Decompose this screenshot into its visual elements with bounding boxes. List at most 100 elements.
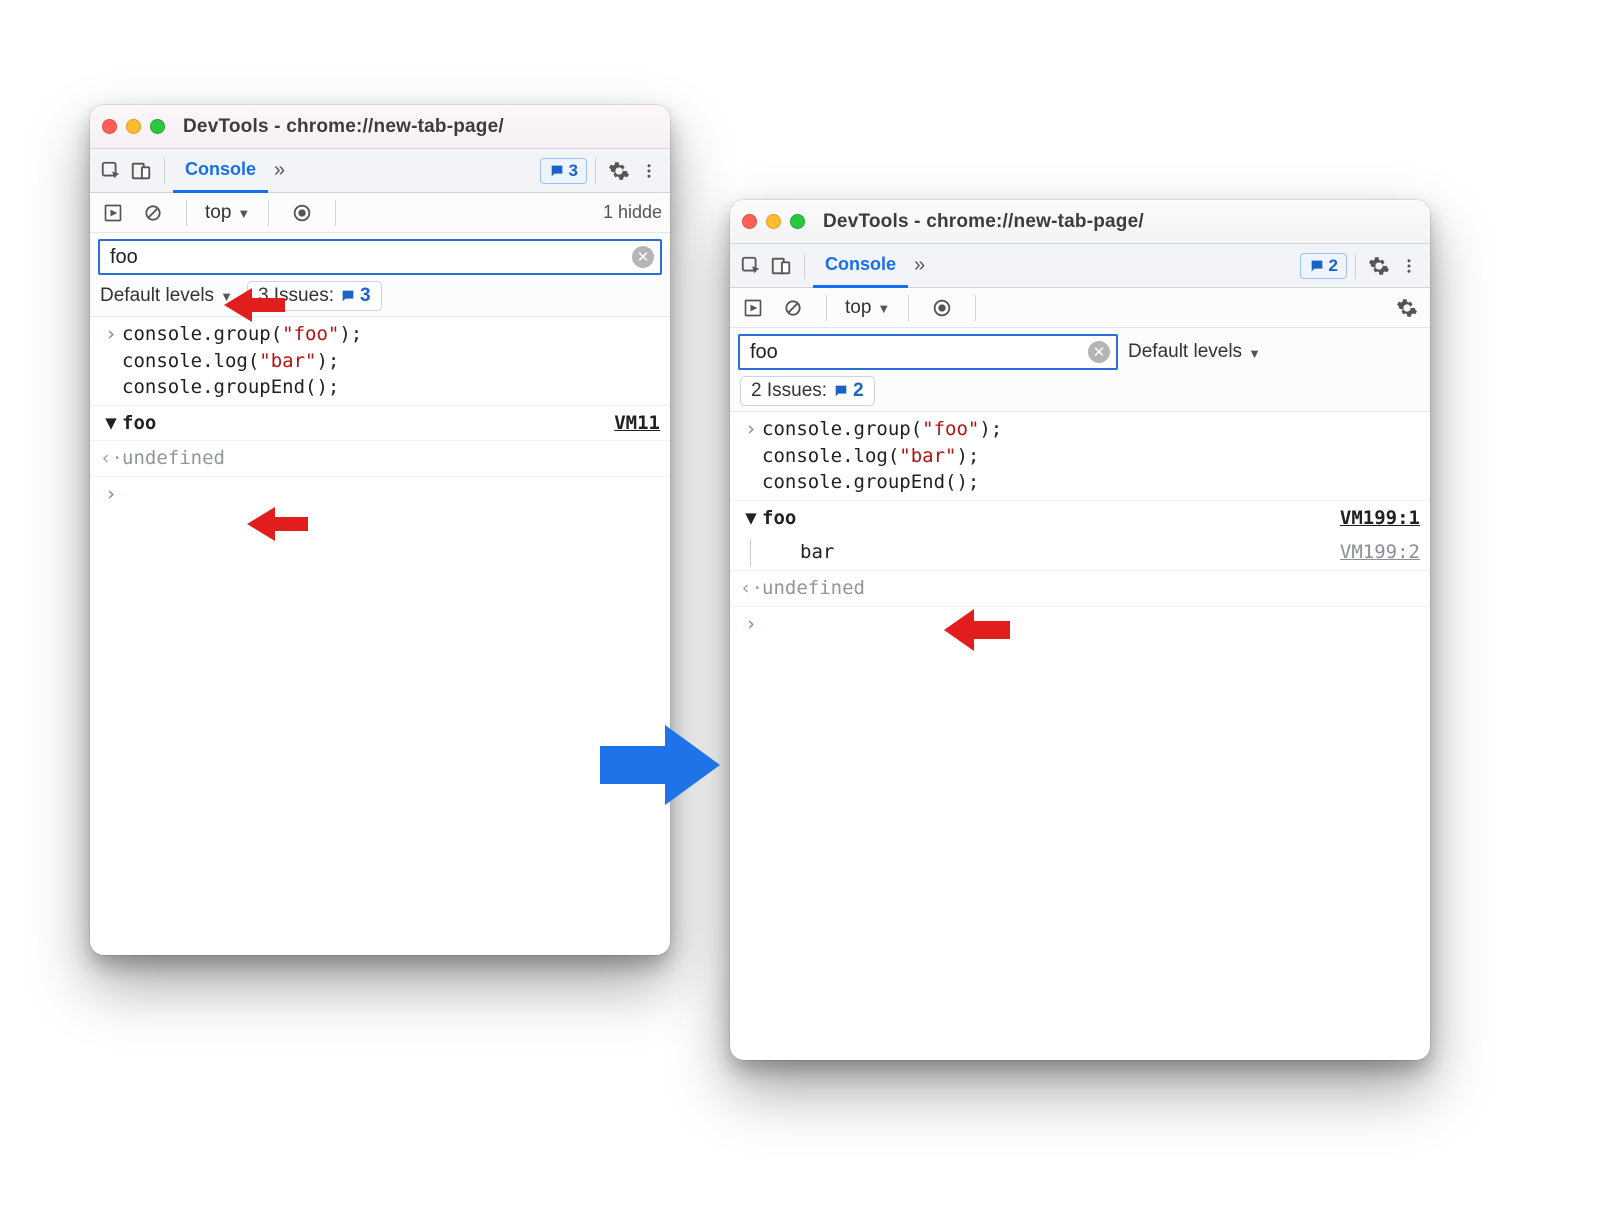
tree-line	[750, 539, 764, 566]
issues-badge-count: 3	[569, 161, 578, 181]
levels-label: Default levels	[1128, 341, 1242, 363]
issues-box[interactable]: 3 Issues: 3	[247, 281, 382, 311]
devtools-window-before: DevTools - chrome://new-tab-page/ Consol…	[90, 105, 670, 955]
clear-filter-icon[interactable]: ✕	[1088, 341, 1110, 363]
close-icon[interactable]	[742, 214, 757, 229]
console-body: › console.group("foo"); console.log("bar…	[90, 317, 670, 955]
minimize-icon[interactable]	[126, 119, 141, 134]
titlebar[interactable]: DevTools - chrome://new-tab-page/	[90, 105, 670, 149]
group-label: foo	[762, 505, 796, 532]
group-row[interactable]: ▼ foo VM199:1	[730, 501, 1430, 536]
return-icon: ‹·	[740, 575, 762, 602]
levels-label: Default levels	[100, 285, 214, 307]
group-toggle-icon[interactable]: ▼	[740, 505, 762, 532]
execution-play-icon[interactable]	[738, 293, 768, 323]
console-body: › console.group("foo"); console.log("bar…	[730, 412, 1430, 1060]
inspect-icon[interactable]	[96, 156, 126, 186]
filter-box[interactable]: ✕	[98, 239, 662, 275]
live-expression-icon[interactable]	[287, 198, 317, 228]
prompt-icon: ›	[740, 416, 762, 443]
source-link[interactable]: VM199:2	[1340, 539, 1420, 566]
filter-row: ✕	[90, 233, 670, 275]
levels-dropdown[interactable]: Default levels ▼	[1128, 341, 1261, 363]
zoom-icon[interactable]	[790, 214, 805, 229]
issues-badge-toolbar[interactable]: 2	[1300, 253, 1347, 279]
context-label: top	[845, 297, 871, 319]
issues-box[interactable]: 2 Issues: 2	[740, 376, 875, 406]
return-icon: ‹·	[100, 445, 122, 472]
code-snippet: console.group("foo"); console.log("bar")…	[762, 416, 1002, 496]
live-expression-icon[interactable]	[927, 293, 957, 323]
prompt-line[interactable]: ›	[90, 477, 670, 512]
group-toggle-icon[interactable]: ▼	[100, 410, 122, 437]
filter-input[interactable]	[748, 340, 1082, 365]
input-line: › console.group("foo"); console.log("bar…	[90, 317, 670, 406]
zoom-icon[interactable]	[150, 119, 165, 134]
minimize-icon[interactable]	[766, 214, 781, 229]
console-subtoolbar: top ▼	[730, 288, 1430, 328]
settings-icon[interactable]	[604, 156, 634, 186]
input-line: › console.group("foo"); console.log("bar…	[730, 412, 1430, 501]
hidden-messages-label: 1 hidde	[603, 202, 662, 223]
window-title: DevTools - chrome://new-tab-page/	[183, 116, 504, 138]
group-child-row: bar VM199:2	[730, 535, 1430, 571]
settings-icon[interactable]	[1364, 251, 1394, 281]
titlebar[interactable]: DevTools - chrome://new-tab-page/	[730, 200, 1430, 244]
return-line: ‹· undefined	[730, 571, 1430, 607]
issues-label: 2 Issues:	[751, 380, 827, 402]
issues-count: 3	[340, 285, 371, 307]
source-link[interactable]: VM199:1	[1340, 505, 1420, 532]
clear-filter-icon[interactable]: ✕	[632, 246, 654, 268]
main-toolbar: Console » 2	[730, 244, 1430, 288]
chevron-down-icon: ▼	[220, 289, 233, 304]
return-value: undefined	[762, 575, 865, 602]
group-label: foo	[122, 410, 156, 437]
chevron-down-icon: ▼	[237, 206, 250, 221]
window-title: DevTools - chrome://new-tab-page/	[823, 211, 1144, 233]
execution-play-icon[interactable]	[98, 198, 128, 228]
filter-input[interactable]	[108, 245, 626, 270]
close-icon[interactable]	[102, 119, 117, 134]
issues-row: 2 Issues: 2	[730, 370, 1430, 412]
devtools-window-after: DevTools - chrome://new-tab-page/ Consol…	[730, 200, 1430, 1060]
filter-row: ✕ Default levels ▼	[730, 328, 1430, 370]
source-link[interactable]: VM11	[614, 410, 660, 437]
chevron-down-icon: ▼	[877, 301, 890, 316]
return-value: undefined	[122, 445, 225, 472]
prompt-icon: ›	[740, 611, 762, 638]
code-snippet: console.group("foo"); console.log("bar")…	[122, 321, 362, 401]
clear-console-icon[interactable]	[138, 198, 168, 228]
inspect-icon[interactable]	[736, 251, 766, 281]
group-row[interactable]: ▼ foo VM11	[90, 406, 670, 442]
device-toolbar-icon[interactable]	[766, 251, 796, 281]
filter-box[interactable]: ✕	[738, 334, 1118, 370]
issues-label: 3 Issues:	[258, 285, 334, 307]
prompt-line[interactable]: ›	[730, 607, 1430, 642]
issues-badge-toolbar[interactable]: 3	[540, 158, 587, 184]
levels-dropdown[interactable]: Default levels ▼	[100, 285, 233, 307]
kebab-icon[interactable]	[634, 156, 664, 186]
chevron-down-icon: ▼	[1248, 346, 1261, 361]
return-line: ‹· undefined	[90, 441, 670, 477]
context-selector[interactable]: top ▼	[205, 202, 250, 224]
prompt-icon: ›	[100, 321, 122, 348]
issues-count: 2	[833, 380, 864, 402]
console-subtoolbar: top ▼ 1 hidde	[90, 193, 670, 233]
more-tabs-icon[interactable]: »	[274, 159, 285, 182]
context-label: top	[205, 202, 231, 224]
more-tabs-icon[interactable]: »	[914, 254, 925, 277]
tab-console[interactable]: Console	[813, 244, 908, 288]
issues-badge-count: 2	[1329, 256, 1338, 276]
traffic-lights	[742, 214, 805, 229]
prompt-icon: ›	[100, 481, 122, 508]
main-toolbar: Console » 3	[90, 149, 670, 193]
settings-icon[interactable]	[1392, 293, 1422, 323]
device-toolbar-icon[interactable]	[126, 156, 156, 186]
tab-console[interactable]: Console	[173, 149, 268, 193]
clear-console-icon[interactable]	[778, 293, 808, 323]
context-selector[interactable]: top ▼	[845, 297, 890, 319]
kebab-icon[interactable]	[1394, 251, 1424, 281]
child-label: bar	[800, 539, 834, 566]
traffic-lights	[102, 119, 165, 134]
levels-row: Default levels ▼ 3 Issues: 3	[90, 275, 670, 317]
